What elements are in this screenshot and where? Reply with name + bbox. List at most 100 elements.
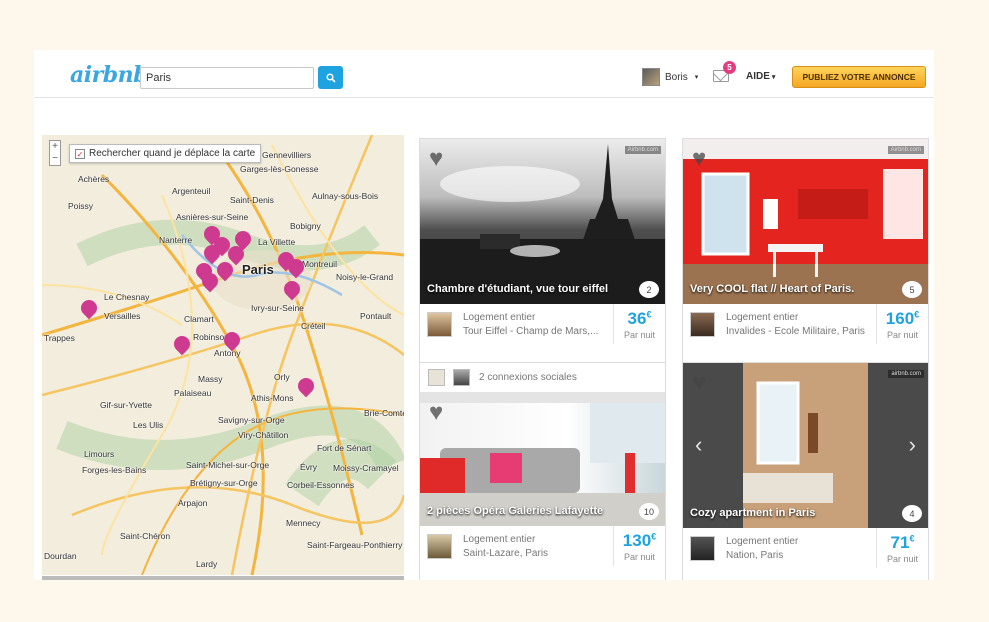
user-menu[interactable]: Boris ▾ xyxy=(642,68,698,86)
publish-listing-button[interactable]: PUBLIEZ VOTRE ANNONCE xyxy=(792,66,926,88)
map-label: Le Chesnay xyxy=(104,292,150,302)
social-avatar[interactable] xyxy=(453,369,470,386)
host-avatar[interactable] xyxy=(690,312,715,337)
map-label: Orly xyxy=(274,372,290,382)
currency: € xyxy=(914,309,920,320)
listing-photo[interactable]: ♥ 2 pièces Opéra Galeries Lafayette 10 xyxy=(420,393,665,526)
map-label: Gennevilliers xyxy=(262,150,312,160)
currency: € xyxy=(651,531,657,542)
listing-type: Logement entier xyxy=(726,536,799,547)
search-on-move-toggle[interactable]: ✓ Rechercher quand je déplace la carte xyxy=(69,144,262,163)
airbnb-logo[interactable]: airbnb xyxy=(70,62,148,88)
heart-icon[interactable]: ♥ xyxy=(692,371,706,395)
heart-icon[interactable]: ♥ xyxy=(429,401,443,425)
map-label: Trappes xyxy=(44,333,75,343)
map-label: Athis-Mons xyxy=(251,393,294,403)
review-count: 2 xyxy=(639,281,659,298)
map-label: Lardy xyxy=(196,559,218,569)
zoom-control[interactable]: + − xyxy=(49,140,61,166)
listing-photo[interactable]: ♥ airbnb.com ‹ › Cozy apartment in Paris… xyxy=(683,363,928,528)
listing-title[interactable]: Very COOL flat // Heart of Paris. xyxy=(690,283,854,295)
map-label: Bobigny xyxy=(290,221,321,231)
top-header: airbnb Boris ▾ 5 AIDE▾ PUBLIEZ VOTRE ANN… xyxy=(34,50,934,98)
map-label: Brétigny-sur-Orge xyxy=(190,478,258,488)
map-label: Limours xyxy=(84,449,115,459)
map-label: La Villette xyxy=(258,237,296,247)
social-connections: 2 connexions sociales xyxy=(420,363,665,393)
map-label: Évry xyxy=(300,462,317,472)
listing-info: Logement entier Tour Eiffel - Champ de M… xyxy=(420,304,665,344)
zoom-in-button[interactable]: + xyxy=(50,141,60,153)
chevron-down-icon: ▾ xyxy=(771,74,776,81)
price: 71€ xyxy=(877,533,928,553)
map-scrollbar[interactable] xyxy=(42,576,404,580)
listing-location: Invalides - Ecole Militaire, Paris xyxy=(726,326,865,337)
listing-card[interactable]: ♥ Airbnb.com Very COOL flat // Heart of … xyxy=(682,138,929,368)
listing-info: Logement entier Nation, Paris 71€ Par nu… xyxy=(683,528,928,568)
per-night: Par nuit xyxy=(886,330,919,340)
eiffel-tower-image xyxy=(420,144,665,304)
map-label: Nanterre xyxy=(159,235,193,245)
currency: € xyxy=(909,533,915,544)
host-avatar[interactable] xyxy=(427,534,452,559)
map-label: Aulnay-sous-Bois xyxy=(312,191,379,201)
listing-title[interactable]: 2 pièces Opéra Galeries Lafayette xyxy=(427,505,603,517)
chevron-left-icon[interactable]: ‹ xyxy=(695,432,702,458)
checkbox[interactable]: ✓ xyxy=(75,148,85,159)
zoom-out-button[interactable]: − xyxy=(50,153,60,165)
map-label: Poissy xyxy=(68,201,94,211)
listing-location: Saint-Lazare, Paris xyxy=(463,548,549,559)
price-value: 130 xyxy=(622,531,652,550)
review-count: 10 xyxy=(639,503,659,520)
listing-photo[interactable]: ♥ Airbnb.com Very COOL flat // Heart of … xyxy=(683,139,928,304)
map-label: Achères xyxy=(78,174,110,184)
host-avatar[interactable] xyxy=(690,536,715,561)
review-count: 4 xyxy=(902,505,922,522)
listing-type: Logement entier xyxy=(726,312,799,323)
price: 160€ xyxy=(877,309,928,329)
map-label: Saint-Chéron xyxy=(120,531,171,541)
listing-photo[interactable]: ♥ Airbnb.com Chambre d'étudiant, vue tou… xyxy=(420,139,665,304)
browser-page: airbnb Boris ▾ 5 AIDE▾ PUBLIEZ VOTRE ANN… xyxy=(34,50,934,580)
help-label: AIDE xyxy=(746,71,770,82)
map-label: Pontault xyxy=(360,311,392,321)
heart-icon[interactable]: ♥ xyxy=(692,147,706,171)
map-label: Saint-Denis xyxy=(230,195,274,205)
listing-info: Logement entier Invalides - Ecole Milita… xyxy=(683,304,928,344)
map-label: Massy xyxy=(198,374,223,384)
map-label: Viry-Châtillon xyxy=(238,430,289,440)
checkbox-label: Rechercher quand je déplace la carte xyxy=(89,148,256,159)
price: 130€ xyxy=(614,531,665,551)
map-label: Dourdan xyxy=(44,551,77,561)
cozy-room-image xyxy=(683,363,928,528)
price-box: 36€ Par nuit xyxy=(613,304,665,344)
search-button[interactable] xyxy=(318,66,343,89)
price-value: 71 xyxy=(890,533,910,552)
social-text: 2 connexions sociales xyxy=(479,372,577,383)
listing-title[interactable]: Chambre d'étudiant, vue tour eiffel xyxy=(427,283,608,295)
map[interactable]: + − ✓ Rechercher quand je déplace la cart… xyxy=(42,135,404,575)
map-label: Antony xyxy=(214,348,241,358)
search-input[interactable] xyxy=(140,67,314,89)
currency: € xyxy=(646,309,652,320)
price: 36€ xyxy=(614,309,665,329)
listing-card[interactable]: ♥ airbnb.com ‹ › Cozy apartment in Paris… xyxy=(682,362,929,580)
map-label: Forges-les-Bains xyxy=(82,465,147,475)
watermark: Airbnb.com xyxy=(887,146,924,154)
heart-icon[interactable]: ♥ xyxy=(429,147,443,171)
map-label: Clamart xyxy=(184,314,214,324)
help-menu[interactable]: AIDE ▾ xyxy=(746,71,775,82)
messages-badge: 5 xyxy=(723,61,736,74)
host-avatar[interactable] xyxy=(427,312,452,337)
listing-location: Nation, Paris xyxy=(726,550,784,561)
listing-card[interactable]: 2 connexions sociales ♥ 2 pièces Opéra G… xyxy=(419,362,666,580)
map-label: Versailles xyxy=(104,311,141,321)
map-label: Noisy-le-Grand xyxy=(336,272,394,282)
listing-title[interactable]: Cozy apartment in Paris xyxy=(690,507,815,519)
listing-card[interactable]: ♥ Airbnb.com Chambre d'étudiant, vue tou… xyxy=(419,138,666,368)
listing-location: Tour Eiffel - Champ de Mars,... xyxy=(463,326,599,337)
chevron-right-icon[interactable]: › xyxy=(909,432,916,458)
social-avatar[interactable] xyxy=(428,369,445,386)
per-night: Par nuit xyxy=(623,552,656,562)
map-label: Créteil xyxy=(301,321,326,331)
